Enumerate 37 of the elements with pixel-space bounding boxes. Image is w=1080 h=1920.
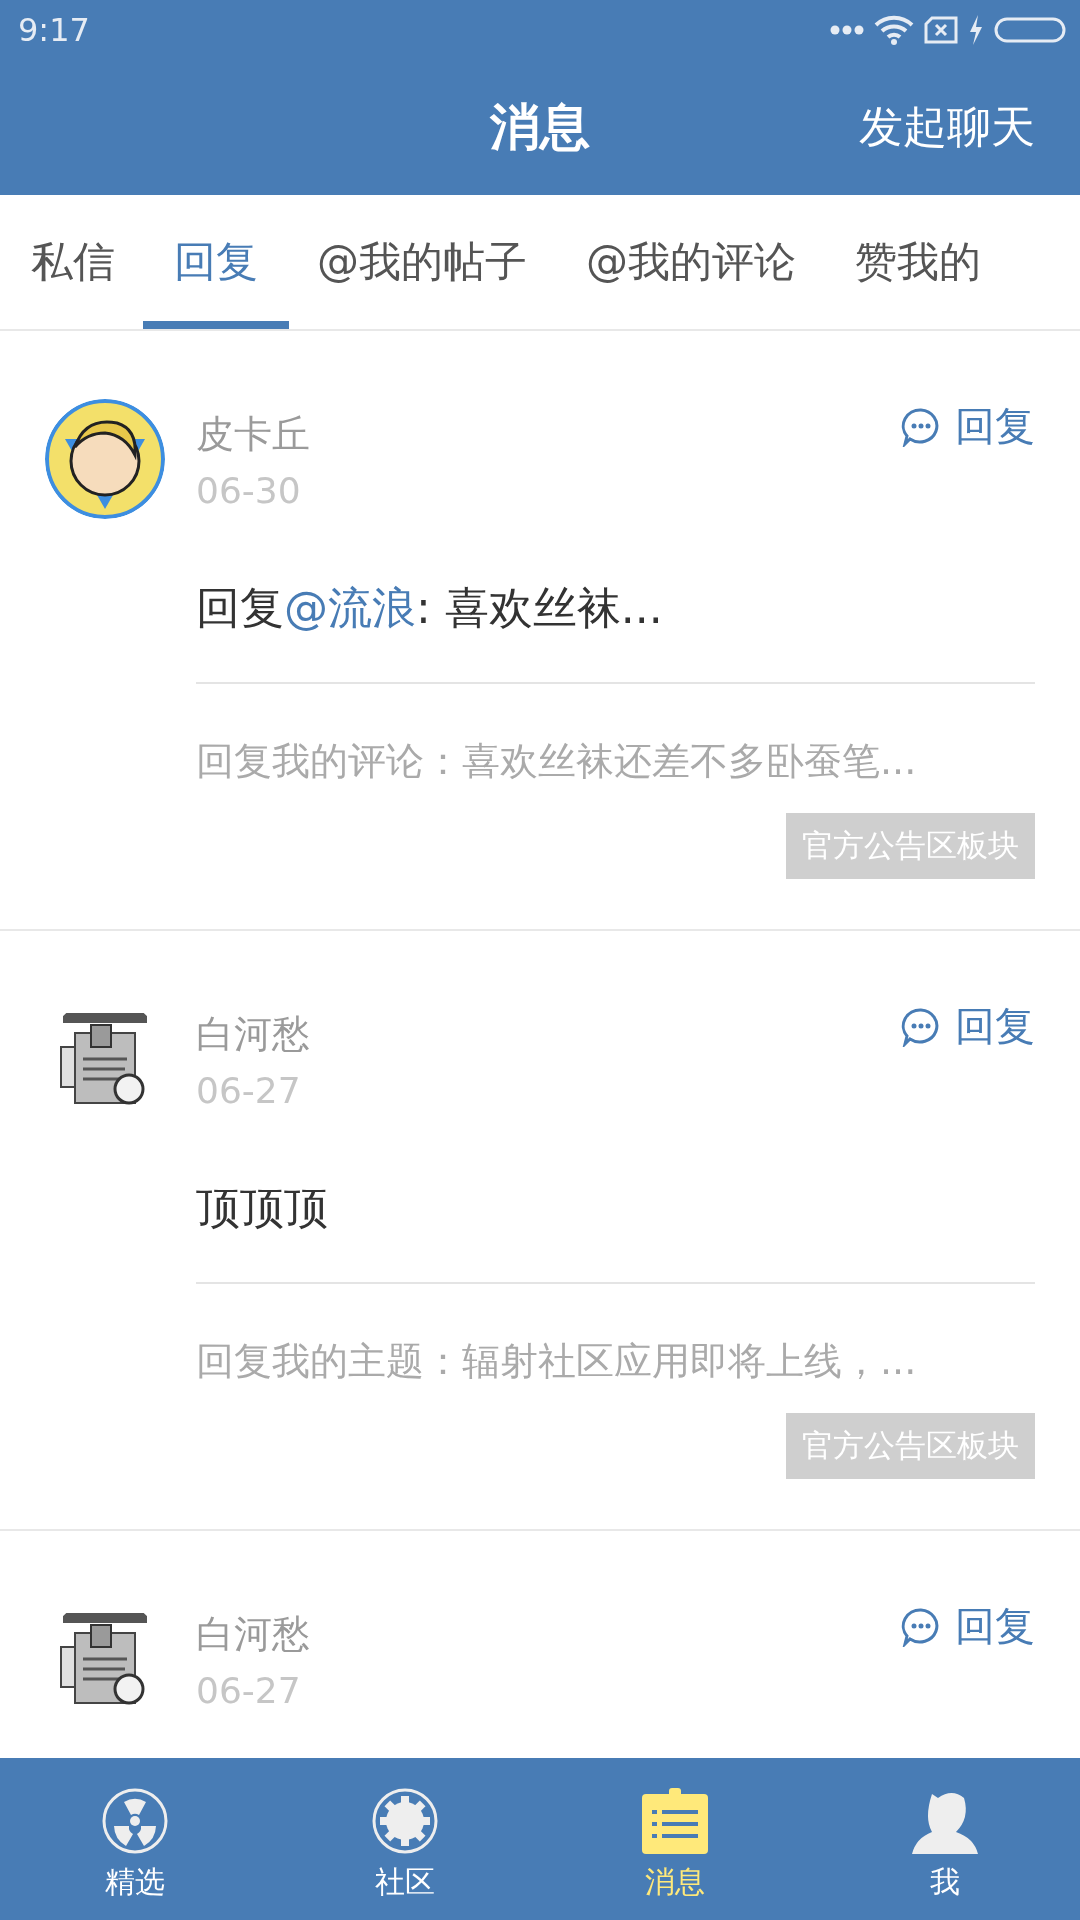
message-list-icon bbox=[642, 1788, 708, 1854]
status-time: 9:17 bbox=[18, 11, 90, 49]
reply-button[interactable]: 回复 bbox=[901, 399, 1035, 454]
nav-tab[interactable]: 消息 bbox=[540, 1758, 810, 1920]
message-date: 06-27 bbox=[196, 1670, 302, 1711]
nav-tab[interactable]: 我 bbox=[810, 1758, 1080, 1920]
nav-tab[interactable]: 精选 bbox=[0, 1758, 270, 1920]
charging-icon bbox=[968, 15, 984, 45]
chat-bubble-icon bbox=[901, 406, 941, 447]
wifi-icon bbox=[874, 15, 914, 45]
gear-icon bbox=[372, 1788, 438, 1854]
user-name: 皮卡丘 bbox=[196, 411, 310, 458]
chat-bubble-icon bbox=[901, 1606, 941, 1647]
message-date: 06-30 bbox=[196, 470, 302, 511]
tab[interactable]: 私信 bbox=[0, 195, 146, 329]
battery-icon bbox=[994, 17, 1066, 43]
reply-button[interactable]: 回复 bbox=[901, 999, 1035, 1054]
tab[interactable]: @我的帖子 bbox=[286, 195, 558, 329]
tab[interactable]: @我的评论 bbox=[555, 195, 827, 329]
message-text: 顶顶顶 bbox=[196, 1179, 1035, 1284]
message-date: 06-27 bbox=[196, 1070, 302, 1111]
reply-button[interactable]: 回复 bbox=[901, 1599, 1035, 1654]
mention-link[interactable]: @流浪 bbox=[284, 582, 416, 633]
sim-card-icon bbox=[924, 16, 958, 44]
radiation-icon bbox=[102, 1788, 168, 1854]
user-name: 白河愁 bbox=[196, 1611, 310, 1658]
chat-bubble-icon bbox=[901, 1006, 941, 1047]
start-chat-button[interactable]: 发起聊天 bbox=[859, 60, 1035, 195]
page-title: 消息 bbox=[490, 97, 590, 158]
message-text: 回复@流浪: 喜欢丝袜... bbox=[196, 579, 1035, 684]
nav-tab[interactable]: 社区 bbox=[270, 1758, 540, 1920]
signal-dots-icon bbox=[830, 25, 864, 35]
user-name: 白河愁 bbox=[196, 1011, 310, 1058]
reply-summary: 回复我的主题：辐射社区应用即将上线，... bbox=[196, 1338, 918, 1385]
tab[interactable]: 回复 bbox=[143, 195, 289, 329]
reply-summary: 回复我的评论：喜欢丝袜还差不多卧蚕笔... bbox=[196, 738, 918, 785]
tab[interactable]: 赞我的 bbox=[824, 195, 1012, 329]
